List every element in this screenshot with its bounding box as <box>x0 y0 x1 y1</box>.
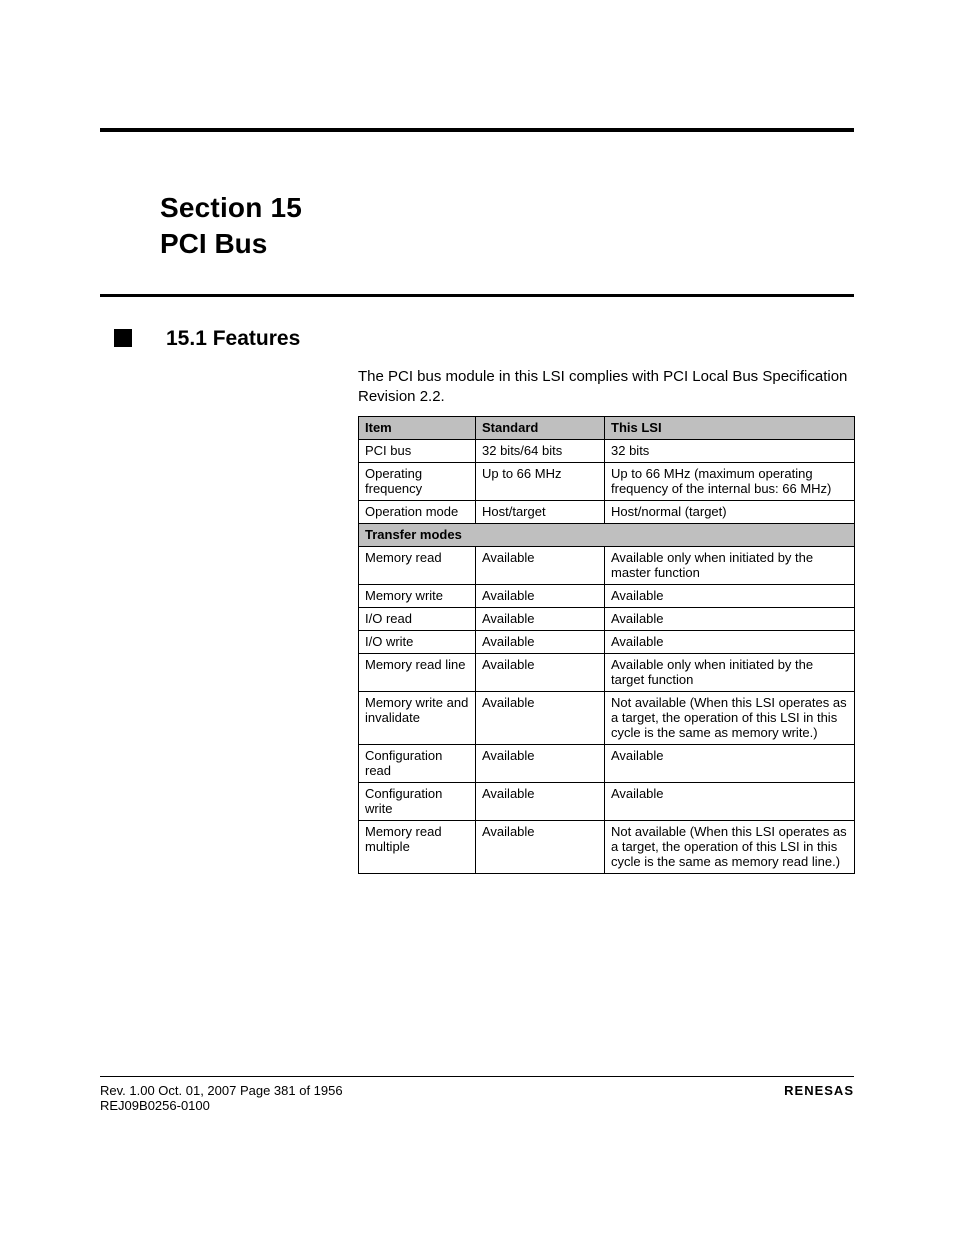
footer-left: Rev. 1.00 Oct. 01, 2007 Page 381 of 1956 <box>100 1083 343 1098</box>
table-row: PCI bus 32 bits/64 bits 32 bits <box>359 439 855 462</box>
cell-std: Host/target <box>476 500 605 523</box>
cell-std: Available <box>476 630 605 653</box>
table-row: Memory read Available Available only whe… <box>359 546 855 584</box>
table-row: Memory read multiple Available Not avail… <box>359 820 855 873</box>
col-header-standard: Standard <box>476 416 605 439</box>
cell-lsi: Available <box>605 744 855 782</box>
table-row: Memory read line Available Available onl… <box>359 653 855 691</box>
cell-std: Available <box>476 607 605 630</box>
cell-std: Available <box>476 744 605 782</box>
table-row: Memory write Available Available <box>359 584 855 607</box>
table-row: Configuration write Available Available <box>359 782 855 820</box>
cell-item: Memory write <box>359 584 476 607</box>
section-title: 15.1 Features <box>166 327 300 351</box>
col-header-lsi: This LSI <box>605 416 855 439</box>
section-label: Section <box>160 192 271 223</box>
cell-lsi: Available <box>605 782 855 820</box>
footer-rule <box>100 1076 854 1077</box>
cell-std: Available <box>476 820 605 873</box>
cell-item: Memory read <box>359 546 476 584</box>
cell-item: PCI bus <box>359 439 476 462</box>
cell-item: Memory read multiple <box>359 820 476 873</box>
table-row: Operating frequency Up to 66 MHz Up to 6… <box>359 462 855 500</box>
square-bullet-icon <box>114 329 136 347</box>
table-group-row: Transfer modes <box>359 523 855 546</box>
cell-lsi: Not available (When this LSI operates as… <box>605 691 855 744</box>
cell-std: Available <box>476 584 605 607</box>
cell-item: Memory read line <box>359 653 476 691</box>
cell-item: Operating frequency <box>359 462 476 500</box>
cell-lsi: Available only when initiated by the tar… <box>605 653 855 691</box>
cell-item: I/O read <box>359 607 476 630</box>
cell-item: Operation mode <box>359 500 476 523</box>
cell-lsi: Available only when initiated by the mas… <box>605 546 855 584</box>
cell-std: Available <box>476 546 605 584</box>
cell-lsi: Up to 66 MHz (maximum operating frequenc… <box>605 462 855 500</box>
footer-right: RENESAS <box>784 1083 854 1098</box>
cell-lsi: Available <box>605 584 855 607</box>
intro-paragraph: The PCI bus module in this LSI complies … <box>358 367 854 408</box>
group-label: Transfer modes <box>359 523 855 546</box>
cell-std: Up to 66 MHz <box>476 462 605 500</box>
table-row: Memory write and invalidate Available No… <box>359 691 855 744</box>
cell-lsi: Available <box>605 630 855 653</box>
page-footer: Rev. 1.00 Oct. 01, 2007 Page 381 of 1956… <box>100 1076 854 1113</box>
table-header-row: Item Standard This LSI <box>359 416 855 439</box>
cell-item: Configuration write <box>359 782 476 820</box>
mid-rule <box>100 294 854 297</box>
cell-lsi: 32 bits <box>605 439 855 462</box>
cell-lsi: Not available (When this LSI operates as… <box>605 820 855 873</box>
cell-lsi: Available <box>605 607 855 630</box>
cell-std: 32 bits/64 bits <box>476 439 605 462</box>
table-row: I/O read Available Available <box>359 607 855 630</box>
footer-doc: REJ09B0256-0100 <box>100 1098 210 1113</box>
cell-std: Available <box>476 653 605 691</box>
cell-std: Available <box>476 691 605 744</box>
cell-lsi: Host/normal (target) <box>605 500 855 523</box>
chapter-heading: Section 15 PCI Bus <box>100 192 854 260</box>
table-row: Operation mode Host/target Host/normal (… <box>359 500 855 523</box>
table-row: Configuration read Available Available <box>359 744 855 782</box>
col-header-item: Item <box>359 416 476 439</box>
cell-item: I/O write <box>359 630 476 653</box>
table-row: I/O write Available Available <box>359 630 855 653</box>
chapter-title: PCI Bus <box>160 228 854 260</box>
cell-item: Memory write and invalidate <box>359 691 476 744</box>
cell-item: Configuration read <box>359 744 476 782</box>
top-rule <box>100 128 854 132</box>
cell-std: Available <box>476 782 605 820</box>
spec-table: Item Standard This LSI PCI bus 32 bits/6… <box>358 416 855 874</box>
chapter-number: 15 <box>271 192 303 223</box>
